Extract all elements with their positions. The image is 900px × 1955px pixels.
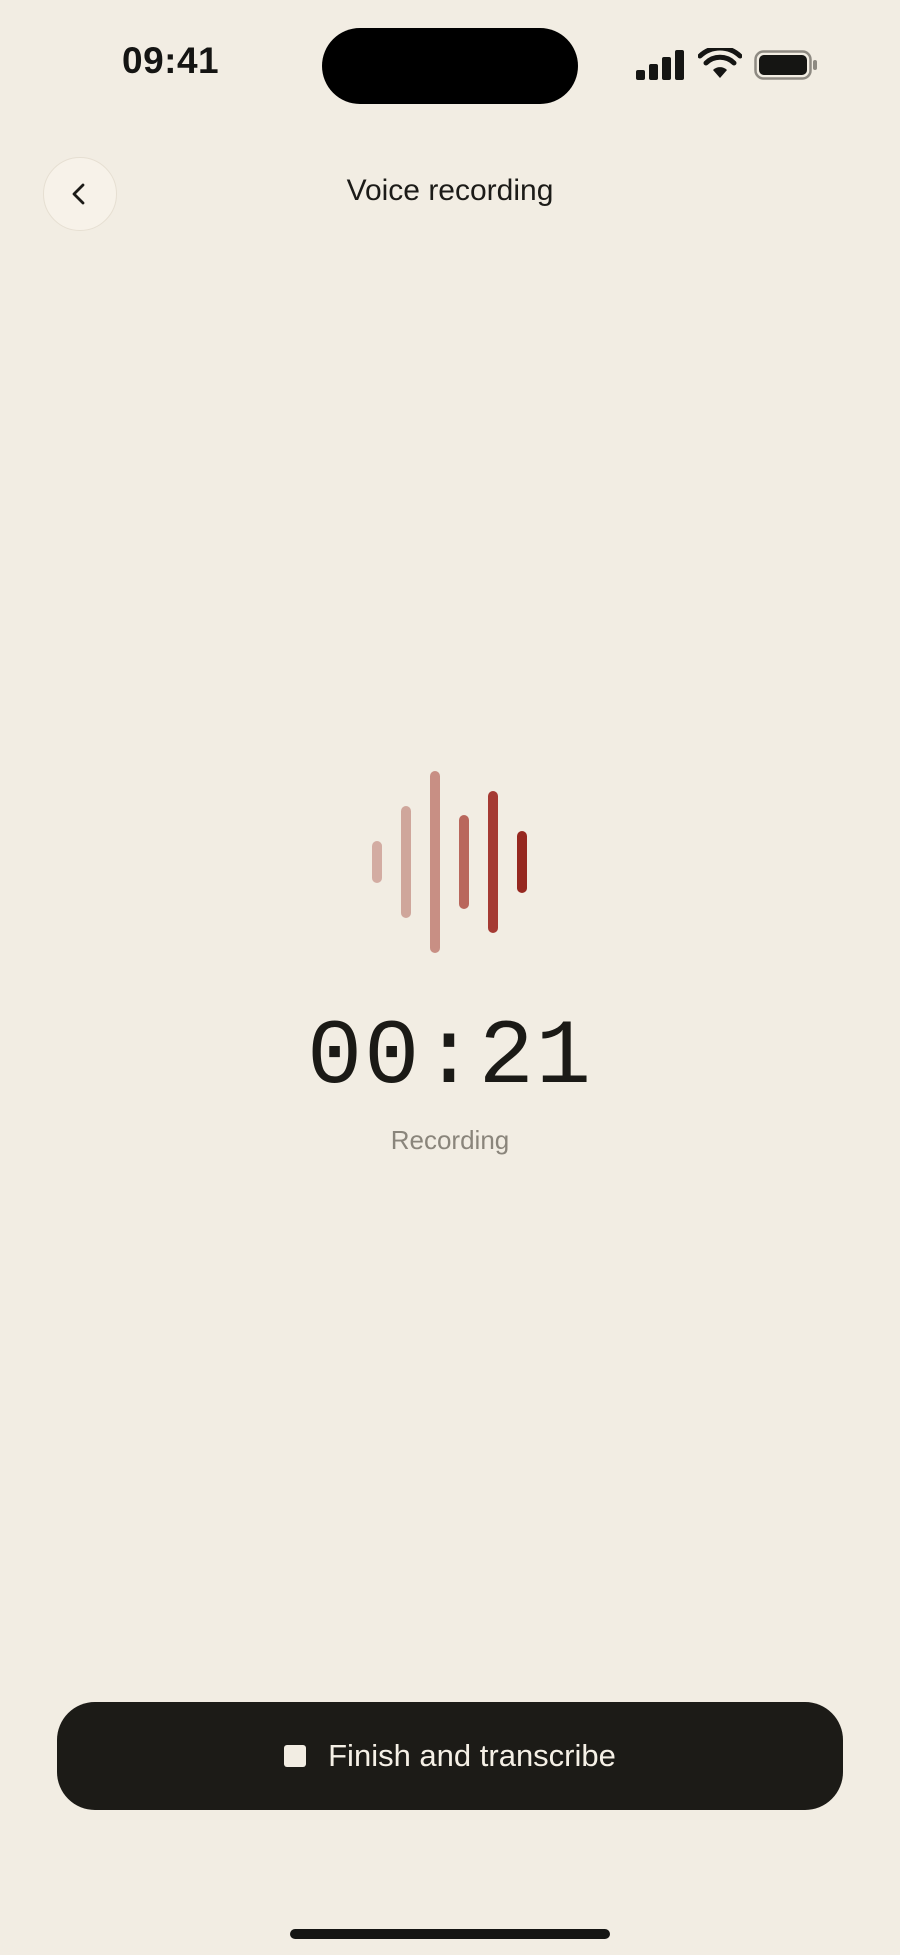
stop-icon <box>284 1745 307 1767</box>
status-time: 09:41 <box>122 40 220 81</box>
waveform-bar <box>459 815 469 909</box>
recording-timer: 00:21 <box>306 1005 594 1110</box>
waveform-bar <box>488 791 498 933</box>
wifi-icon <box>698 48 742 78</box>
waveform-bar <box>430 771 440 953</box>
audio-waveform-icon <box>360 760 540 960</box>
finish-button-label: Finish and transcribe <box>328 1738 616 1773</box>
dynamic-island <box>322 28 578 104</box>
back-button[interactable] <box>43 157 117 231</box>
finish-and-transcribe-button[interactable]: Finish and transcribe <box>57 1702 843 1810</box>
waveform-bar <box>517 831 527 893</box>
page-title: Voice recording <box>346 174 554 207</box>
cellular-signal-icon <box>636 50 684 80</box>
status-icons <box>636 46 818 86</box>
battery-icon <box>754 50 817 80</box>
waveform-bar <box>372 841 382 883</box>
home-indicator[interactable] <box>290 1929 610 1939</box>
chevron-left-icon <box>72 183 85 205</box>
recording-status-label: Recording <box>390 1125 510 1155</box>
waveform-bar <box>401 806 411 918</box>
